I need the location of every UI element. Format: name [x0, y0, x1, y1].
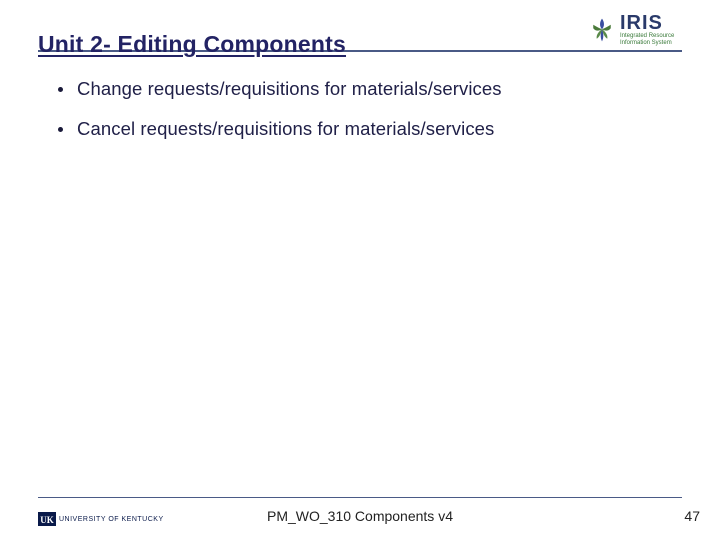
page-number: 47 [684, 508, 700, 524]
iris-logo-tagline1: Integrated Resource [620, 33, 674, 40]
list-item: Change requests/requisitions for materia… [58, 78, 662, 100]
iris-logo-tagline2: Information System [620, 40, 674, 47]
bullet-text: Cancel requests/requisitions for materia… [77, 118, 494, 140]
footer-divider [38, 497, 682, 498]
iris-logo-text: IRIS Integrated Resource Information Sys… [620, 13, 674, 46]
slide: Unit 2- Editing Components IRIS Integrat… [0, 0, 720, 540]
footer-doc-id: PM_WO_310 Components v4 [0, 508, 720, 524]
content-body: Change requests/requisitions for materia… [58, 78, 662, 158]
bullet-text: Change requests/requisitions for materia… [77, 78, 502, 100]
iris-logo-name: IRIS [620, 13, 674, 33]
list-item: Cancel requests/requisitions for materia… [58, 118, 662, 140]
iris-flower-icon [588, 16, 616, 44]
page-title: Unit 2- Editing Components [38, 31, 346, 58]
bullet-icon [58, 87, 63, 92]
bullet-icon [58, 127, 63, 132]
iris-logo: IRIS Integrated Resource Information Sys… [588, 10, 682, 50]
header: Unit 2- Editing Components [38, 18, 682, 58]
